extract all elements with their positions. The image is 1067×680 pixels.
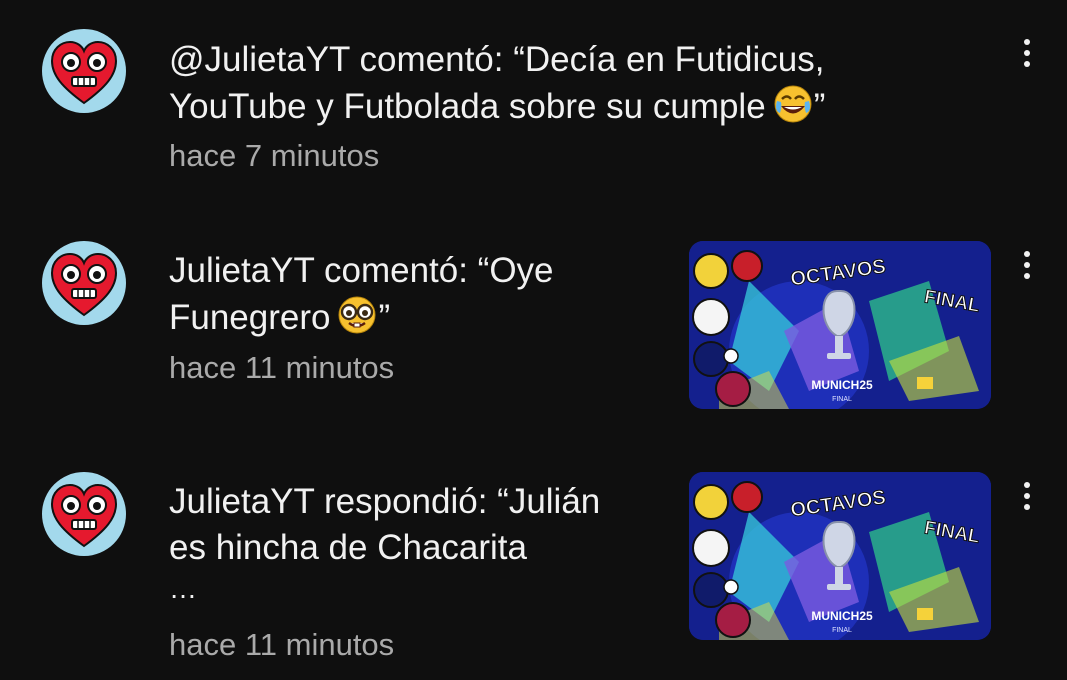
message-line: JulietaYT comentó: “Oye	[169, 251, 554, 290]
more-vert-icon[interactable]	[1010, 28, 1044, 78]
thumbnail-event: MUNICH25	[811, 378, 873, 392]
avatar[interactable]	[42, 29, 126, 113]
heart-face-avatar-icon	[51, 253, 117, 316]
message-line: es hincha de Chacarita	[169, 528, 527, 567]
tears-of-joy-emoji-icon	[772, 83, 814, 125]
thumbnail-event-sub: FINAL	[832, 627, 852, 634]
timestamp: hace 11 minutos	[169, 350, 395, 385]
nerd-face-emoji-icon	[336, 294, 378, 336]
thumbnail-image: OCTAVOS FINAL MUNICH25 FINAL	[689, 472, 991, 640]
message-line: @JulietaYT comentó: “Decía en Futidicus,	[169, 40, 825, 79]
notification-message: @JulietaYT comentó: “Decía en Futidicus,…	[169, 37, 825, 130]
video-thumbnail[interactable]: OCTAVOS FINAL MUNICH25 FINAL	[689, 472, 991, 640]
message-line: Funegrero”	[169, 294, 554, 341]
thumbnail-event-sub: FINAL	[832, 396, 852, 403]
more-vert-icon[interactable]	[1010, 471, 1044, 521]
message-ellipsis: …	[169, 573, 197, 604]
message-line: YouTube y Futbolada sobre su cumple”	[169, 83, 825, 130]
video-thumbnail[interactable]: OCTAVOS FINAL MUNICH25 FINAL	[689, 241, 991, 409]
notification-message: JulietaYT respondió: “Julián es hincha d…	[169, 479, 600, 607]
notification-message: JulietaYT comentó: “Oye Funegrero”	[169, 248, 554, 341]
message-line: JulietaYT respondió: “Julián	[169, 482, 601, 521]
heart-face-avatar-icon	[51, 41, 117, 104]
heart-face-avatar-icon	[51, 484, 117, 547]
timestamp: hace 7 minutos	[169, 138, 380, 173]
more-vert-icon[interactable]	[1010, 240, 1044, 290]
avatar[interactable]	[42, 241, 126, 325]
thumbnail-event: MUNICH25	[811, 609, 873, 623]
avatar[interactable]	[42, 472, 126, 556]
timestamp: hace 11 minutos	[169, 627, 395, 662]
thumbnail-image: OCTAVOS FINAL MUNICH25 FINAL	[689, 241, 991, 409]
